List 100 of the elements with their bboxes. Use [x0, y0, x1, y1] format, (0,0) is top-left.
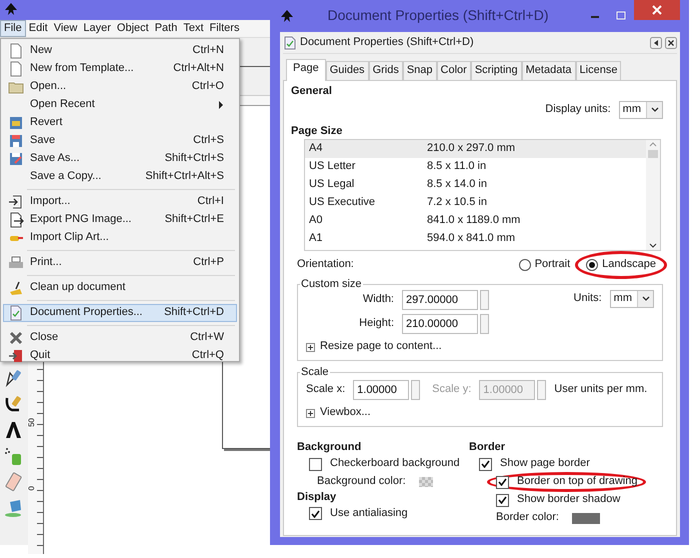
- menu-item[interactable]: Save a Copy... Shift+Ctrl+Alt+S: [3, 168, 237, 186]
- broom-icon: [8, 280, 24, 296]
- paper-name: A0: [309, 214, 324, 228]
- units-dropdown[interactable]: mm: [610, 290, 654, 308]
- menu-item[interactable]: Filters: [206, 20, 242, 36]
- checkbox[interactable]: [479, 458, 492, 470]
- tab[interactable]: Guides: [326, 61, 369, 80]
- checkbox-label[interactable]: Show border shadow: [517, 493, 620, 507]
- menu-item[interactable]: Save As... Shift+Ctrl+S: [3, 150, 237, 168]
- menu-item[interactable]: Clean up document: [3, 279, 237, 297]
- checkbox-label[interactable]: Show page border: [500, 457, 590, 471]
- field-label: Display units:: [545, 102, 611, 116]
- checkbox-label[interactable]: Checkerboard background: [330, 457, 460, 471]
- section-heading: Page Size: [291, 124, 344, 138]
- checkbox-row[interactable]: Show page border: [469, 455, 646, 473]
- tab[interactable]: Color: [436, 61, 471, 80]
- width-field[interactable]: 297.00000: [402, 290, 478, 310]
- paper-dimensions: 841.0 x 1189.0 mm: [427, 214, 520, 228]
- printer-icon: [8, 255, 24, 271]
- expander-label[interactable]: Resize page to content...: [320, 340, 442, 354]
- menu-item[interactable]: Import Clip Art...: [3, 229, 237, 247]
- field-label: Scale y:: [432, 383, 472, 398]
- maximize-icon: [616, 11, 626, 21]
- radio-label[interactable]: Portrait: [534, 258, 570, 272]
- list-row[interactable]: US Executive 7.2 x 10.5 in: [305, 194, 646, 212]
- tab[interactable]: Scripting: [470, 61, 522, 80]
- paper-dimensions: 8.5 x 14.0 in: [427, 178, 487, 192]
- menu-item[interactable]: File: [0, 20, 26, 38]
- page-icon: [8, 43, 24, 59]
- exit-door-icon: [8, 348, 24, 364]
- menu-item[interactable]: New Ctrl+N: [3, 42, 237, 60]
- paper-name: US Executive: [309, 196, 376, 210]
- menu-item[interactable]: Edit: [26, 20, 51, 36]
- ruler-label: 0: [28, 486, 36, 490]
- menu-item[interactable]: Document Properties... Shift+Ctrl+D: [3, 304, 237, 322]
- checkbox[interactable]: [496, 476, 509, 488]
- panel-title: Document Properties (Shift+Ctrl+D): [300, 36, 475, 50]
- import-icon: [8, 194, 24, 210]
- list-row[interactable]: A4 210.0 x 297.0 mm: [305, 140, 646, 158]
- list-row[interactable]: A1 594.0 x 841.0 mm: [305, 230, 646, 248]
- paint-bucket-icon: [4, 498, 24, 518]
- units-dropdown[interactable]: mm: [618, 100, 663, 118]
- tab[interactable]: License: [576, 61, 622, 80]
- scale-x-field[interactable]: 1.00000: [353, 380, 410, 400]
- checkbox-row[interactable]: Show border shadow: [469, 491, 646, 509]
- tab[interactable]: Grids: [368, 61, 403, 80]
- close-button[interactable]: [634, 0, 680, 20]
- paper-dimensions: 210.0 x 297.0 mm: [427, 142, 516, 156]
- scroll-up-icon: [649, 142, 657, 148]
- radio-label[interactable]: Landscape: [602, 258, 656, 272]
- radio-button[interactable]: [518, 259, 531, 272]
- menu-item[interactable]: Path: [152, 20, 180, 36]
- floppy-icon: [8, 133, 24, 149]
- color-swatch[interactable]: [572, 512, 600, 524]
- tab[interactable]: Metadata: [522, 61, 576, 80]
- list-row[interactable]: US Legal 8.5 x 14.0 in: [305, 176, 646, 194]
- menu-item[interactable]: New from Template... Ctrl+Alt+N: [3, 60, 237, 78]
- section-heading: Background: [297, 441, 362, 455]
- menu-item[interactable]: Print... Ctrl+P: [3, 254, 237, 272]
- section-heading: Display: [297, 491, 338, 505]
- pen-icon: [4, 368, 24, 388]
- expand-icon: [306, 342, 315, 352]
- menu-item[interactable]: Object: [114, 20, 152, 36]
- menu-item[interactable]: Close Ctrl+W: [3, 329, 237, 347]
- menu-item[interactable]: View: [50, 20, 80, 36]
- height-field[interactable]: 210.00000: [402, 314, 478, 334]
- menu-item[interactable]: Export PNG Image... Shift+Ctrl+E: [3, 211, 237, 229]
- tab[interactable]: Snap: [402, 61, 437, 80]
- window-title: Document Properties (Shift+Ctrl+D): [326, 7, 550, 25]
- menu-item[interactable]: Revert: [3, 114, 237, 132]
- close-icon: [652, 5, 662, 15]
- checkbox[interactable]: [496, 494, 509, 506]
- field-label: Background color:: [317, 475, 406, 489]
- menu-item[interactable]: Open Recent: [3, 96, 237, 114]
- menu-item[interactable]: Open... Ctrl+O: [3, 78, 237, 96]
- check-icon: [498, 478, 507, 486]
- tab[interactable]: Page: [286, 59, 326, 81]
- scroll-thumb[interactable]: [648, 150, 658, 158]
- checkbox[interactable]: [309, 507, 322, 520]
- checkbox-label[interactable]: Use antialiasing: [330, 506, 408, 521]
- menu-item[interactable]: Import... Ctrl+I: [3, 193, 237, 211]
- checkbox[interactable]: [309, 458, 322, 470]
- checkbox-label[interactable]: Border on top of drawing: [517, 475, 638, 489]
- list-row[interactable]: A0 841.0 x 1189.0 mm: [305, 212, 646, 230]
- paper-name: A4: [309, 142, 324, 156]
- menu-item[interactable]: Quit Ctrl+Q: [3, 347, 237, 365]
- app-logo-icon: [280, 9, 294, 23]
- radio-button[interactable]: [586, 259, 598, 272]
- menu-item[interactable]: Text: [180, 20, 207, 36]
- color-swatch[interactable]: [418, 477, 433, 487]
- menu-item[interactable]: Layer: [80, 20, 114, 36]
- expander-label[interactable]: Viewbox...: [320, 406, 371, 420]
- collapse-icon: [650, 36, 662, 48]
- field-label: Width:: [362, 293, 394, 308]
- text-tool-icon: [4, 420, 24, 440]
- scrollbar[interactable]: [646, 140, 660, 250]
- menu-item[interactable]: Save Ctrl+S: [3, 132, 237, 150]
- radio-option[interactable]: Portrait: [508, 251, 582, 280]
- page-icon: [8, 61, 24, 77]
- list-row[interactable]: US Letter 8.5 x 11.0 in: [305, 158, 646, 176]
